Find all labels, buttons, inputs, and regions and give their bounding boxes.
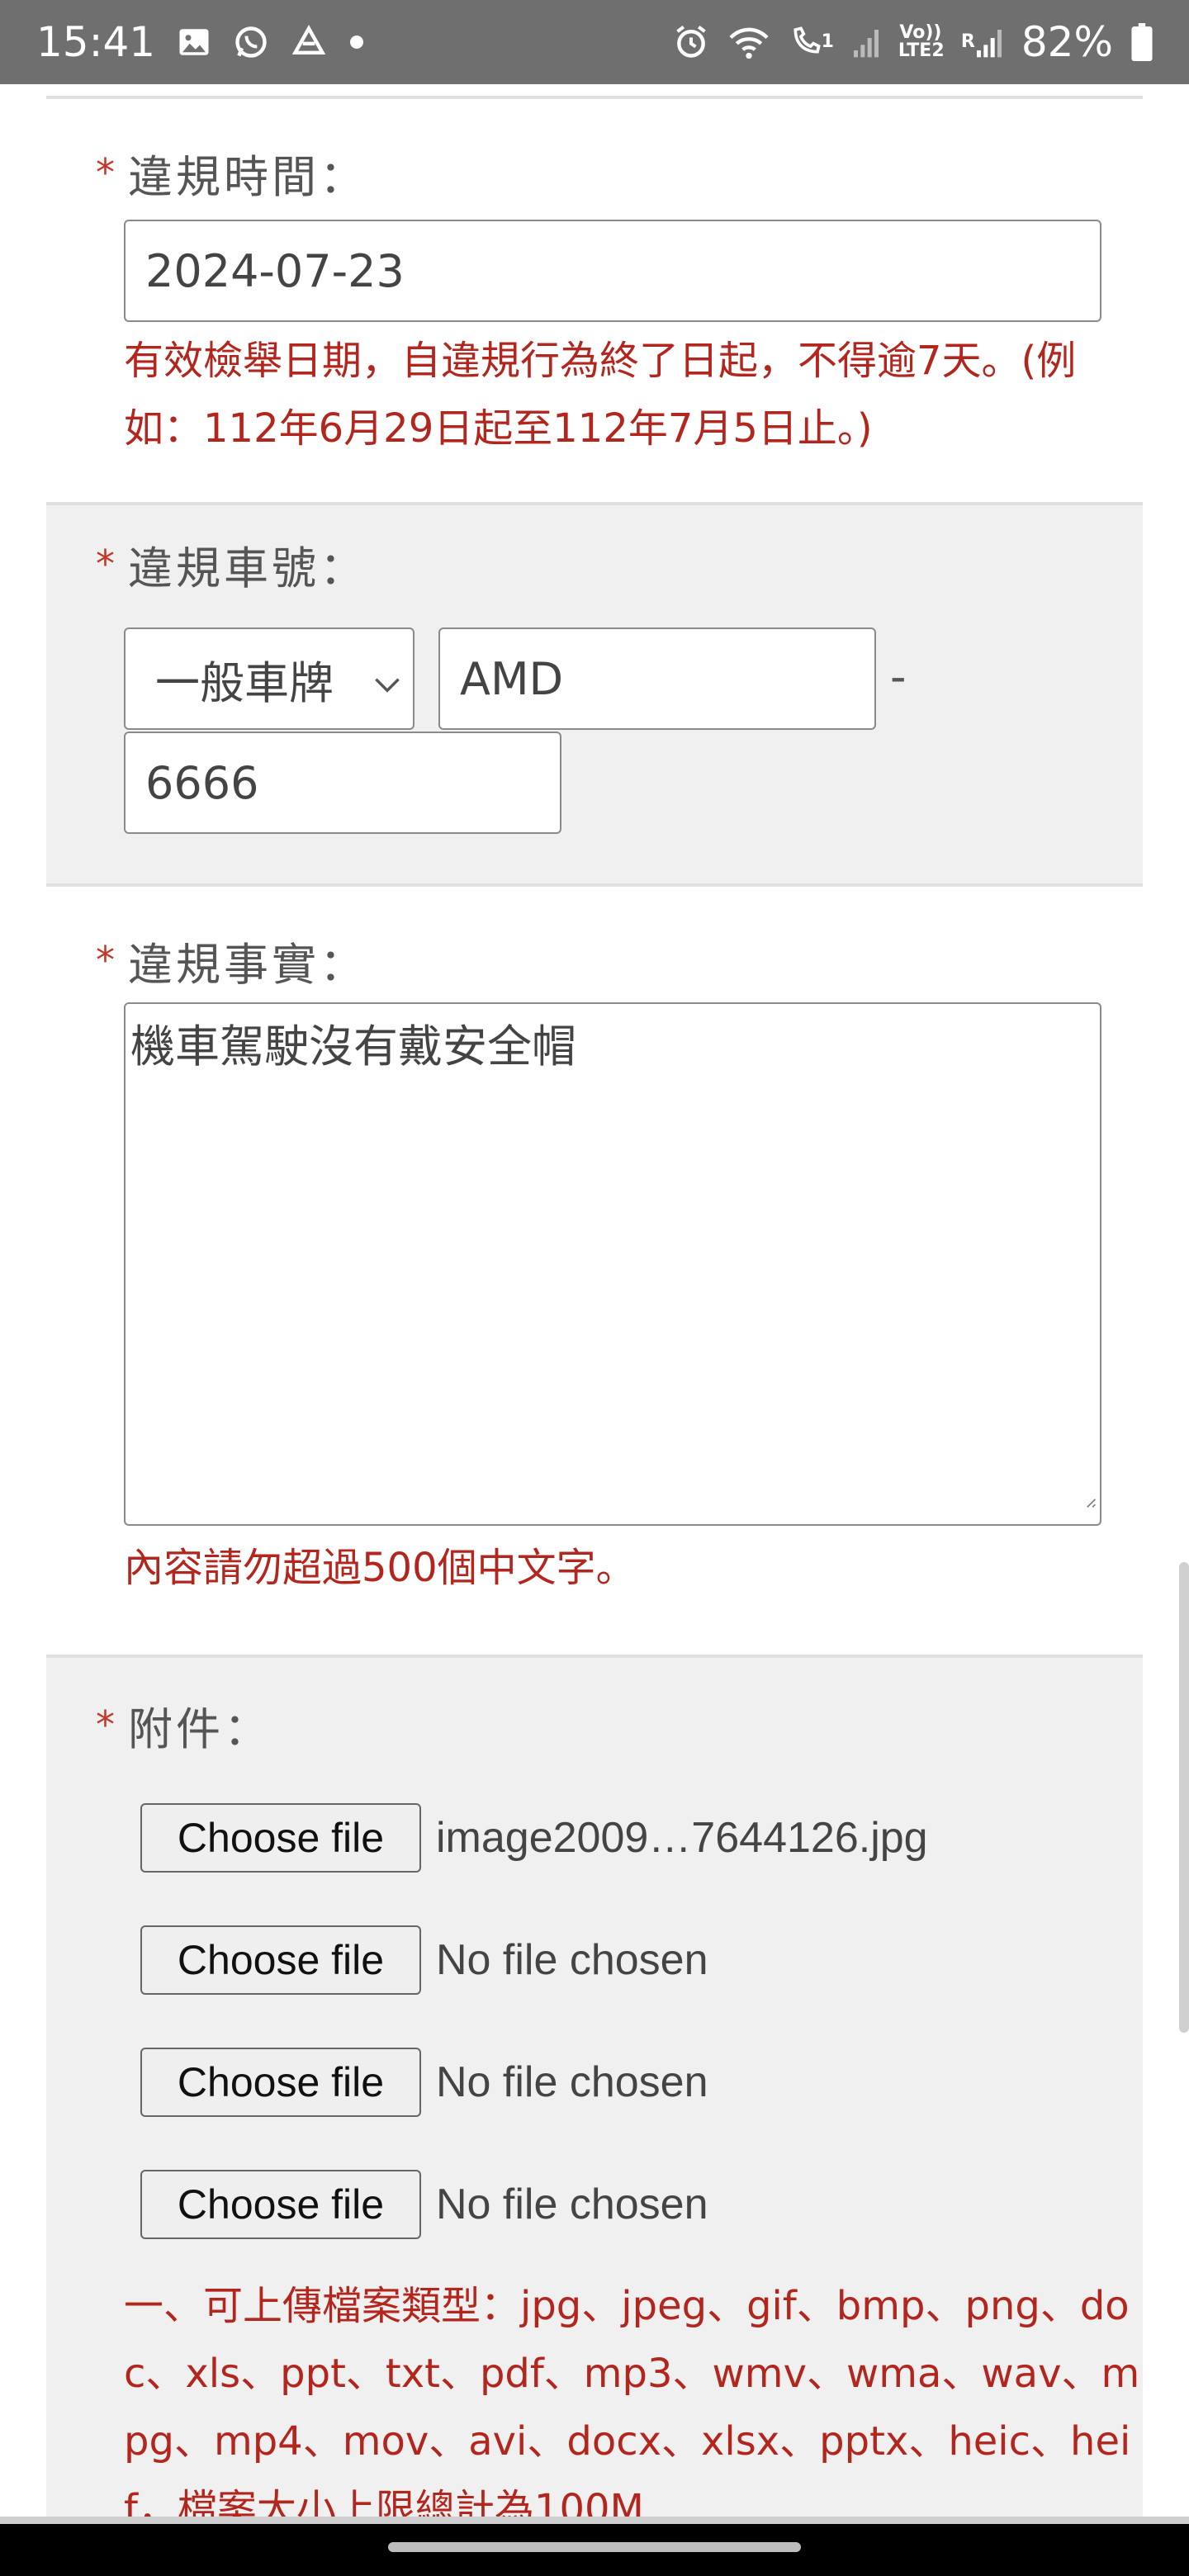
file-status: No file chosen (436, 2181, 708, 2228)
required-mark: * (96, 542, 118, 586)
violation-date-hint: 有效檢舉日期，自違規行為終了日起，不得逾7天。(例如：112年6月29日起至11… (124, 338, 1077, 452)
attachments-label: * 附件： (96, 1702, 272, 1755)
facts-textarea[interactable]: 機車駕駛沒有戴安全帽 (124, 1002, 1101, 1526)
violation-time-label: * 違規時間： (96, 150, 367, 203)
battery-icon (1131, 23, 1153, 61)
gallery-icon (177, 25, 211, 59)
wifi-calling-icon: 1 (789, 24, 834, 60)
section-attachments: * 附件： Choose file image2009…7644126.jpg C… (46, 1658, 1143, 2524)
resize-handle-icon[interactable] (1083, 1467, 1097, 1521)
required-mark: * (96, 150, 118, 195)
plate-separator: - (890, 651, 907, 703)
plate-label: * 違規車號： (96, 542, 367, 594)
volte-label: Vo)) LTE2 (898, 22, 945, 61)
section-plate: * 違規車號： 一般車牌 AMD - 6666 (46, 505, 1143, 883)
plate-prefix-input[interactable]: AMD (438, 627, 876, 730)
section-facts: * 違規事實： 機車駕駛沒有戴安全帽 內容請勿超過500個中文字。 (46, 887, 1143, 1655)
wifi-icon (727, 24, 770, 60)
signal-sim2-icon: R (961, 26, 1003, 59)
file-input-1: Choose file image2009…7644126.jpg (140, 1803, 928, 1873)
report-form: * 違規時間： 2024-07-23 有效檢舉日期，自違規行為終了日起，不得逾7天… (46, 84, 1143, 2524)
signal-sim1-icon (852, 26, 880, 59)
whatsapp-icon (233, 24, 269, 60)
facts-hint: 內容請勿超過500個中文字。 (124, 1545, 636, 1591)
file-input-3: Choose file No file chosen (140, 2048, 708, 2117)
file-status: image2009…7644126.jpg (436, 1814, 928, 1862)
plate-number-input[interactable]: 6666 (124, 732, 561, 834)
required-mark: * (96, 1702, 118, 1747)
alarm-icon (673, 24, 709, 60)
home-gesture-handle[interactable] (388, 2542, 801, 2552)
section-violation-time: * 違規時間： 2024-07-23 有效檢舉日期，自違規行為終了日起，不得逾7天… (46, 99, 1143, 502)
violation-date-input[interactable]: 2024-07-23 (124, 220, 1101, 322)
file-input-2: Choose file No file chosen (140, 1925, 708, 1995)
status-bar: 15:41 1 Vo)) LTE2 R 82% (0, 0, 1189, 84)
navigation-bar (0, 2524, 1189, 2576)
file-status: No file chosen (436, 1936, 708, 1984)
choose-file-button[interactable]: Choose file (140, 1803, 421, 1873)
required-mark: * (96, 938, 118, 983)
choose-file-button[interactable]: Choose file (140, 1925, 421, 1995)
facts-label: * 違規事實： (96, 938, 367, 991)
battery-percent: 82% (1021, 18, 1113, 66)
attachments-hint: 一、可上傳檔案類型：jpg、jpeg、gif、bmp、png、doc、xls、p… (124, 2283, 1140, 2524)
chevron-down-icon (373, 653, 401, 705)
page-scrollbar[interactable] (1179, 1562, 1189, 2033)
drive-icon (291, 24, 327, 60)
choose-file-button[interactable]: Choose file (140, 2170, 421, 2239)
notification-dot-icon (348, 34, 365, 50)
nav-bar-edge (0, 2517, 1189, 2524)
choose-file-button[interactable]: Choose file (140, 2048, 421, 2117)
file-input-4: Choose file No file chosen (140, 2170, 708, 2239)
file-status: No file chosen (436, 2058, 708, 2106)
status-time: 15:41 (36, 18, 156, 66)
plate-type-select[interactable]: 一般車牌 (124, 627, 414, 730)
